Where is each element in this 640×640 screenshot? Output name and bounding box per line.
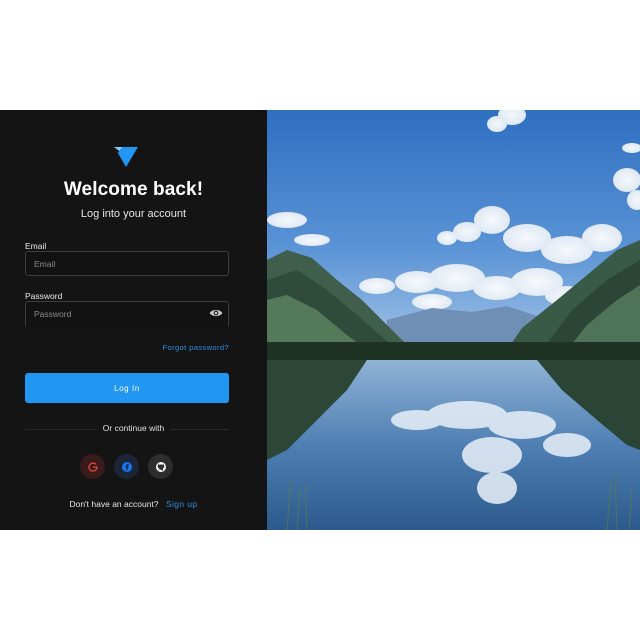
password-label: Password [25,291,63,301]
forgot-password-link[interactable]: Forgot password? [163,343,229,352]
google-icon [87,461,98,472]
page-title: Welcome back! [63,179,204,200]
password-field[interactable] [25,301,229,326]
logo-icon [114,147,138,167]
hero-image [267,110,640,530]
signup-prompt: Don't have an account? [69,499,159,509]
signup-link[interactable]: Sign up [166,499,198,509]
login-panel: Welcome back! Log into your account Emai… [0,110,267,530]
facebook-login-button[interactable] [114,454,139,479]
signup-row: Don't have an account? Sign up [0,499,267,509]
page-subtitle: Log into your account [80,208,187,220]
facebook-icon [121,461,132,472]
email-field[interactable] [25,251,229,276]
github-login-button[interactable] [148,454,173,479]
landscape-photo [267,110,640,530]
divider-label: Or continue with [96,423,171,433]
divider-text: Or continue with [0,423,267,433]
github-icon [155,461,166,472]
login-screen: Welcome back! Log into your account Emai… [0,110,640,530]
eye-icon[interactable] [209,308,223,318]
login-button[interactable]: Log In [25,373,229,403]
google-login-button[interactable] [80,454,105,479]
email-label: Email [25,241,47,251]
